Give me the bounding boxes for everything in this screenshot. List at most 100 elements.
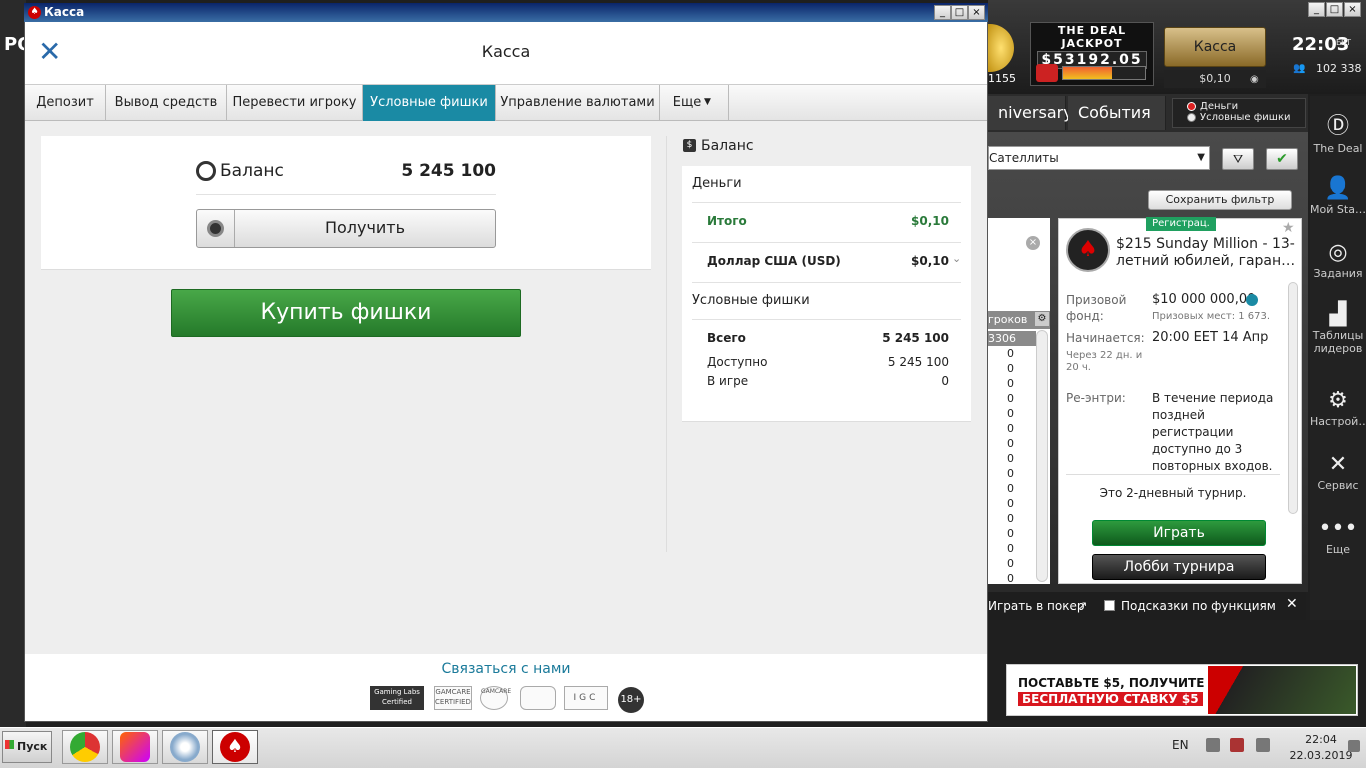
pokerstars-icon: ♠ [28, 6, 41, 19]
list-item[interactable]: 0 [988, 361, 1036, 376]
tab-withdraw[interactable]: Вывод средств [106, 85, 227, 121]
list-item[interactable]: 0 [988, 541, 1036, 556]
window-titlebar[interactable]: Касса [24, 3, 988, 22]
list-item[interactable]: 0 [988, 556, 1036, 571]
nav-item-0[interactable]: Ⓓ The Deal [1310, 108, 1366, 155]
nav-item-5[interactable]: ✕ Сервис [1310, 452, 1366, 492]
money-header: Деньги [692, 176, 742, 191]
available-value: 5 245 100 [887, 355, 949, 369]
eye-icon[interactable]: ◉ [1250, 74, 1259, 85]
list-item[interactable]: 0 [988, 511, 1036, 526]
pokerstars-taskbar-button[interactable]: ♠ [212, 730, 258, 764]
nav-item-3[interactable]: ▟ Таблицы лидеров [1310, 302, 1366, 355]
apply-filter-button[interactable]: ✔ [1266, 148, 1298, 170]
play-button[interactable]: Играть [1092, 520, 1266, 546]
divider [692, 319, 961, 320]
paint-taskbar-button[interactable] [162, 730, 208, 764]
chrome-icon [70, 732, 100, 762]
nav-item-1[interactable]: 👤 Мой Sta… [1310, 176, 1366, 216]
language-indicator[interactable]: EN [1172, 738, 1189, 752]
tab-more[interactable]: Еще [660, 85, 729, 121]
divider [1066, 474, 1280, 475]
more-icon: ••• [1318, 516, 1358, 541]
tab-play-chips[interactable]: Условные фишки [363, 85, 496, 121]
in-game-label: В игре [707, 374, 749, 388]
chevron-down-icon[interactable]: ⌄ [952, 252, 961, 265]
total-label: Итого [707, 214, 747, 228]
list-item[interactable]: 0 [988, 406, 1036, 421]
maximize-button[interactable]: □ [1326, 2, 1343, 17]
list-item[interactable]: 3306 [988, 331, 1036, 346]
tournament-lobby-button[interactable]: Лобби турнира [1092, 554, 1266, 580]
info-icon[interactable] [1246, 294, 1258, 306]
list-item[interactable]: 0 [988, 421, 1036, 436]
buy-chips-button[interactable]: Купить фишки [171, 289, 521, 337]
filter-icon[interactable]: ⛛ [1222, 148, 1254, 170]
list-item[interactable]: 0 [988, 496, 1036, 511]
tournament-scrollbar[interactable] [1288, 282, 1298, 514]
list-item[interactable]: 0 [988, 451, 1036, 466]
security-icon[interactable] [1230, 738, 1244, 752]
divider [692, 202, 961, 203]
clock-timezone: EET [1336, 38, 1351, 47]
list-item[interactable]: 0 [988, 436, 1036, 451]
close-button[interactable]: × [1344, 2, 1361, 17]
gear-icon[interactable]: ⚙ [1035, 312, 1049, 326]
nav-item-2[interactable]: ◎ Задания [1310, 240, 1366, 280]
radio-chips[interactable]: Условные фишки [1173, 112, 1305, 123]
gamcare-certified-badge: GAMCARE CERTIFIED [434, 686, 472, 710]
close-icon[interactable]: ✕ [1286, 596, 1298, 612]
usd-label[interactable]: Доллар США (USD) [707, 254, 841, 268]
banner-line-2: БЕСПЛАТНУЮ СТАВКУ $5 [1018, 692, 1203, 706]
hints-checkbox[interactable] [1104, 600, 1115, 611]
tab-anniversary[interactable]: niversary [988, 96, 1073, 130]
nav-item-4[interactable]: ⚙ Настрой… [1310, 388, 1366, 428]
window-close-button[interactable]: × [968, 5, 985, 20]
in-game-value: 0 [941, 374, 949, 388]
network-icon[interactable] [1256, 738, 1270, 752]
save-filter-button[interactable]: Сохранить фильтр [1148, 190, 1292, 210]
reentry-value: В течение периода поздней регистрации до… [1152, 391, 1274, 473]
nav-item-6[interactable]: ••• Еще [1310, 516, 1366, 556]
all-chips-value: 5 245 100 [882, 331, 949, 345]
cashier-button[interactable]: Касса [1164, 27, 1266, 67]
tab-deposit[interactable]: Депозит [25, 85, 106, 121]
radio-money[interactable]: Деньги [1173, 101, 1305, 112]
contact-link[interactable]: Связаться с нами [25, 661, 987, 677]
balance-value: 5 245 100 [401, 161, 496, 181]
list-scrollbar[interactable] [1036, 330, 1048, 582]
igc-badge: IGC [564, 686, 608, 710]
tab-currency-management[interactable]: Управление валютами [496, 85, 660, 121]
list-item[interactable]: 0 [988, 526, 1036, 541]
list-item[interactable]: 0 [988, 376, 1036, 391]
list-item[interactable]: 0 [988, 346, 1036, 361]
window-minimize-button[interactable]: _ [934, 5, 951, 20]
chips-header: Условные фишки [692, 293, 810, 308]
action-center-icon[interactable] [1348, 740, 1360, 752]
chrome-taskbar-button[interactable] [62, 730, 108, 764]
minimize-button[interactable]: _ [1308, 2, 1325, 17]
get-button-label: Получить [324, 218, 406, 237]
star-icon[interactable]: ★ [1282, 220, 1295, 236]
clear-icon[interactable]: × [1026, 236, 1040, 250]
app-taskbar-button[interactable] [112, 730, 158, 764]
page-title: Касса [481, 42, 531, 61]
pokerstars-logo-icon: ♠ [1066, 228, 1110, 272]
nav-label: Еще [1325, 543, 1351, 556]
tab-events[interactable]: События [1068, 96, 1166, 130]
tab-transfer[interactable]: Перевести игроку [227, 85, 363, 121]
list-item[interactable]: 0 [988, 391, 1036, 406]
coin-count: 1155 [988, 72, 1016, 85]
nav-label: The Deal [1313, 142, 1363, 155]
window-maximize-button[interactable]: □ [951, 5, 968, 20]
list-item[interactable]: 0 [988, 481, 1036, 496]
volume-icon[interactable] [1206, 738, 1220, 752]
list-item[interactable]: 0 [988, 466, 1036, 481]
the-deal-icon: Ⓓ [1326, 114, 1349, 139]
play-poker-link[interactable]: Играть в покер [988, 592, 1084, 620]
divider [196, 194, 496, 195]
registration-badge: Регистрац. [1146, 217, 1216, 231]
jackpot-progress [1062, 66, 1146, 80]
filter-dropdown[interactable]: Сателлиты ▼ [988, 146, 1210, 170]
list-item[interactable]: 0 [988, 571, 1036, 586]
